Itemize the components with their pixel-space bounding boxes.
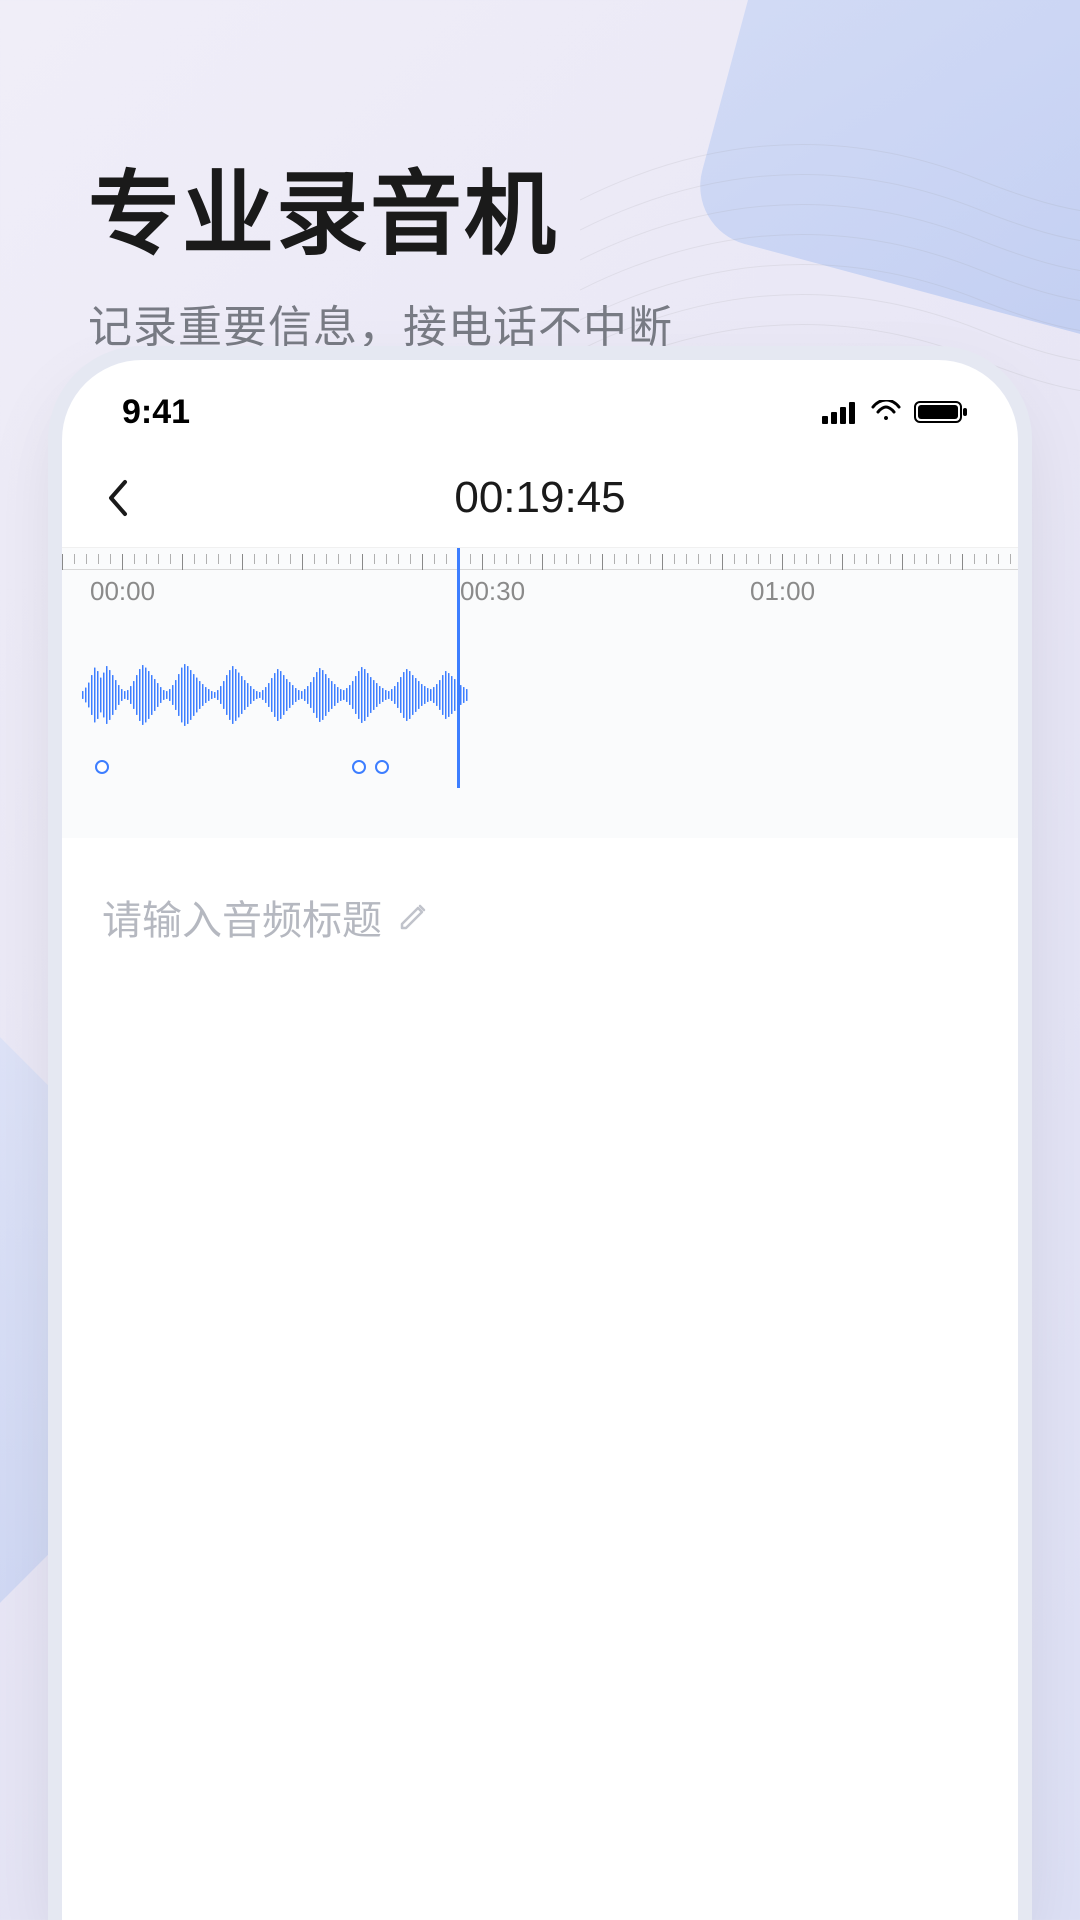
- status-bar: 9:41: [62, 360, 1018, 448]
- marker-dot[interactable]: [352, 760, 366, 774]
- promo-title: 专业录音机: [88, 140, 673, 273]
- title-input-area[interactable]: 请输入音频标题: [62, 838, 1018, 996]
- wifi-icon: [870, 400, 902, 424]
- phone-mockup: 9:41 00:19:4: [62, 360, 1018, 1920]
- signal-icon: [822, 400, 858, 424]
- recording-timer: 00:19:45: [92, 473, 988, 523]
- playhead-indicator[interactable]: [457, 548, 460, 788]
- status-icons: [822, 400, 968, 424]
- time-labels: 00:00 00:30 01:00: [62, 570, 1018, 610]
- app-header: 00:19:45: [62, 448, 1018, 548]
- battery-icon: [914, 400, 968, 424]
- time-label: 00:00: [90, 576, 155, 607]
- promo-subtitle: 记录重要信息，接电话不中断: [88, 291, 673, 355]
- waveform-area[interactable]: 00:00 00:30 01:00: [62, 548, 1018, 838]
- title-placeholder: 请输入音频标题: [102, 888, 382, 946]
- pencil-icon: [398, 902, 428, 932]
- time-ruler: [62, 548, 1018, 570]
- marker-dot[interactable]: [375, 760, 389, 774]
- audio-waveform: [82, 630, 472, 760]
- marker-dot[interactable]: [95, 760, 109, 774]
- status-time: 9:41: [122, 393, 190, 432]
- time-label: 01:00: [750, 576, 815, 607]
- time-label: 00:30: [460, 576, 525, 607]
- waveform-display: [62, 610, 1018, 780]
- promo-header: 专业录音机 记录重要信息，接电话不中断: [88, 140, 673, 355]
